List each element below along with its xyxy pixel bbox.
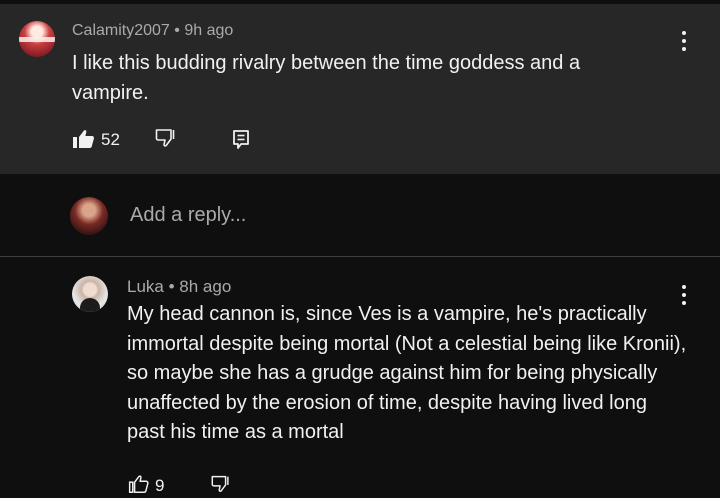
reply-input[interactable]	[130, 204, 530, 227]
divider	[0, 256, 720, 257]
reply-author[interactable]: Luka	[127, 277, 164, 296]
thumbs-down-icon[interactable]	[210, 473, 232, 495]
thumbs-up-outline-icon[interactable]	[128, 473, 150, 495]
more-vert-icon[interactable]	[681, 284, 687, 306]
comment-meta: Calamity2007 • 9h ago	[72, 22, 233, 40]
reply-text: My head cannon is, since Ves is a vampir…	[127, 303, 687, 444]
like-count: 52	[101, 130, 120, 149]
comment-text: I like this budding rivalry between the …	[72, 52, 581, 104]
reply-icon[interactable]	[230, 127, 252, 151]
reply-meta: Luka • 8h ago	[127, 277, 231, 297]
more-vert-icon[interactable]	[681, 30, 687, 52]
thumbs-down-icon[interactable]	[154, 126, 178, 150]
reply-time: 8h ago	[179, 277, 232, 296]
meta-separator: •	[168, 277, 180, 296]
meta-separator: •	[174, 22, 185, 39]
comment-author[interactable]: Calamity2007	[72, 22, 170, 39]
thumbs-up-filled-icon[interactable]	[72, 127, 96, 151]
replier-avatar[interactable]	[72, 276, 108, 312]
commenter-avatar[interactable]	[19, 21, 55, 57]
comment-time: 9h ago	[184, 22, 234, 39]
like-count: 9	[155, 476, 165, 495]
user-avatar-icon	[70, 197, 108, 235]
